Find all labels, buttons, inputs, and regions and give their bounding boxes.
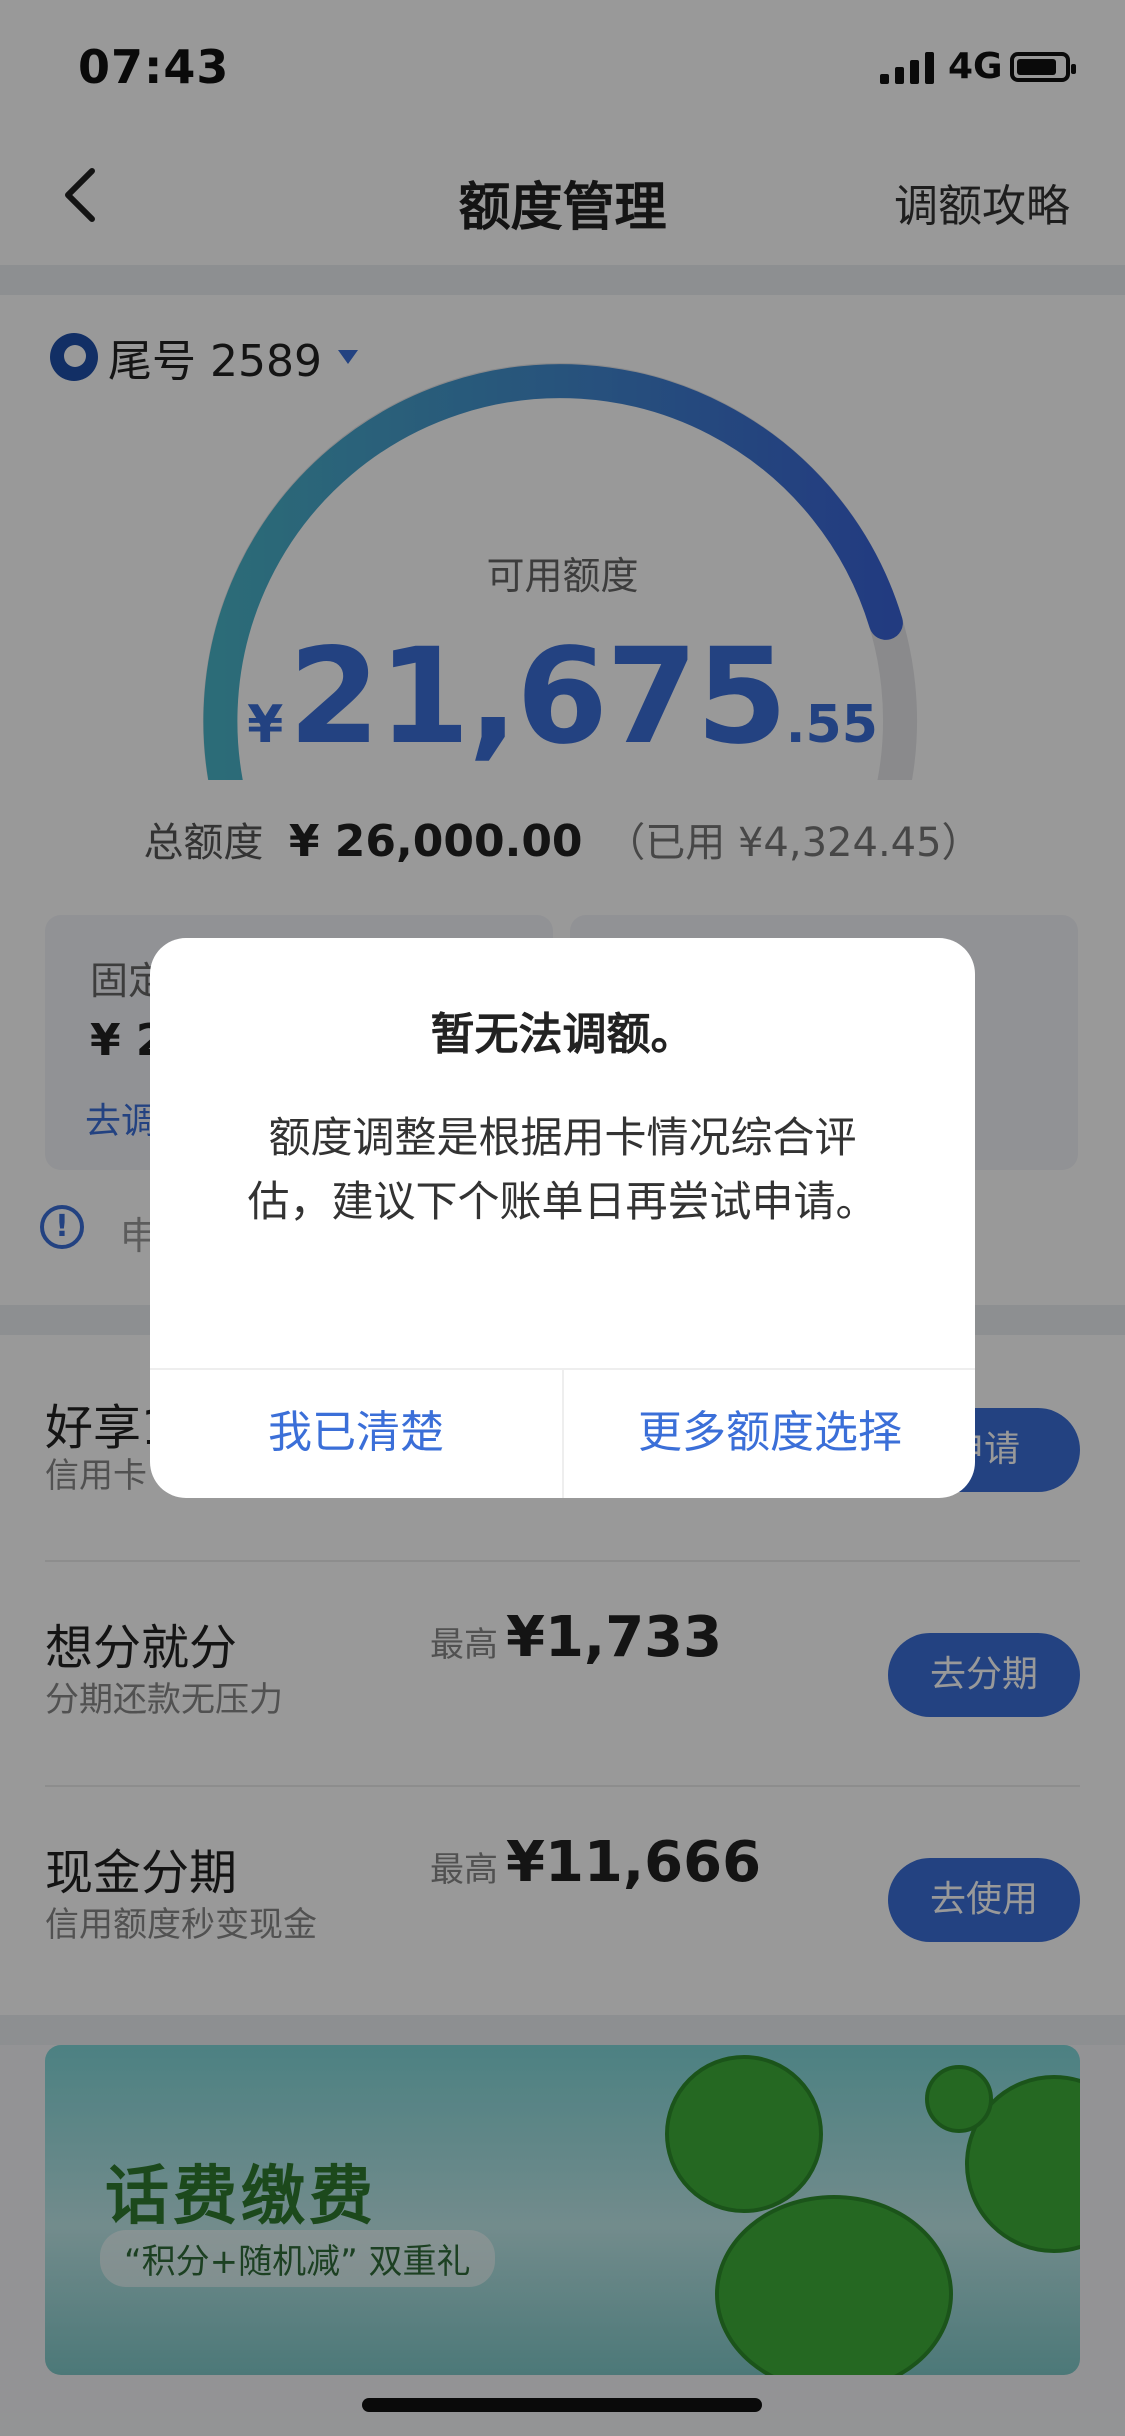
more-credit-options-button[interactable]: 更多额度选择 bbox=[564, 1368, 975, 1498]
dialog-message: 额度调整是根据用卡情况综合评估，建议下个账单日再尝试申请。 bbox=[247, 1113, 878, 1226]
acknowledge-button[interactable]: 我已清楚 bbox=[150, 1368, 562, 1498]
dialog-title: 暂无法调额。 bbox=[430, 1009, 695, 1060]
alert-dialog: 暂无法调额。 额度调整是根据用卡情况综合评估，建议下个账单日再尝试申请。 我已清… bbox=[150, 938, 975, 1498]
